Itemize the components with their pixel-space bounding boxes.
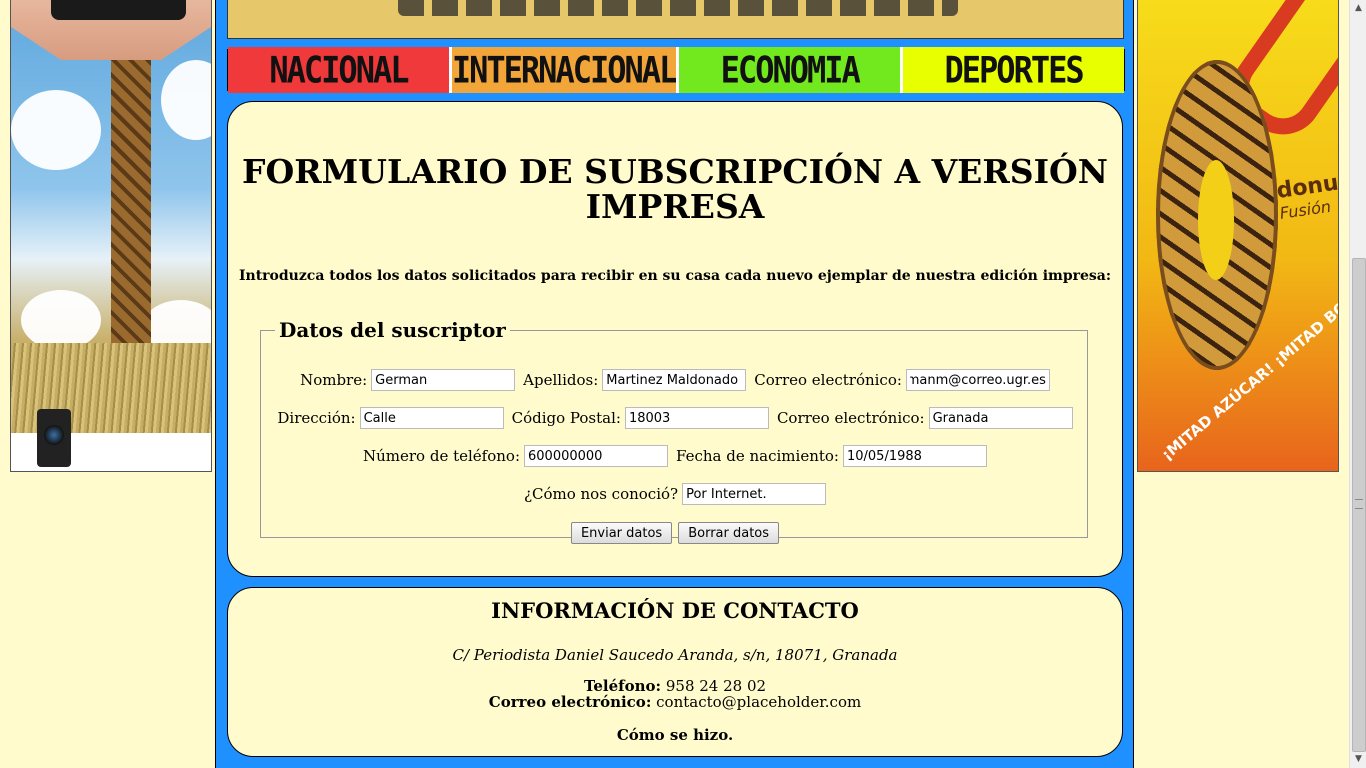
donut-image (1156, 60, 1278, 370)
contact-title: INFORMACIÓN DE CONTACTO (491, 598, 859, 623)
right-advertisement[interactable]: donuts Fusión ¡MITAD AZÚCAR! ¡MITAD BOMB… (1137, 0, 1339, 472)
nav-tab-nacional[interactable]: NACIONAL (228, 47, 449, 93)
nav-tab-economia[interactable]: ECONOMIA (676, 47, 901, 93)
nacimiento-label: Fecha de nacimiento: (676, 447, 839, 465)
how-it-was-made-link[interactable]: Cómo se hizo. (228, 726, 1122, 744)
nav-tab-internacional[interactable]: INTERNACIONAL (448, 47, 678, 93)
phone-image (51, 0, 186, 20)
subscriber-fieldset: Datos del suscriptor Nombre: Apellidos: … (260, 318, 1089, 544)
codigo-postal-label: Código Postal: (511, 409, 621, 427)
direccion-label: Dirección: (277, 409, 356, 427)
reset-button[interactable]: Borrar datos (678, 522, 780, 544)
contact-phone-line: Teléfono: 958 24 28 02 (228, 678, 1122, 694)
direccion-input[interactable] (359, 407, 504, 429)
nacimiento-input[interactable] (842, 445, 987, 467)
form-row-1: Nombre: Apellidos: Correo electrónico: (261, 369, 1089, 391)
contact-details: Teléfono: 958 24 28 02 Correo electrónic… (228, 678, 1122, 710)
como-label: ¿Cómo nos conoció? (523, 485, 679, 503)
form-row-3: Número de teléfono: Fecha de nacimiento: (261, 445, 1089, 467)
scroll-thumb[interactable] (1352, 258, 1366, 752)
email-label: Correo electrónico: (488, 693, 652, 711)
nav-tab-deportes[interactable]: DEPORTES (900, 47, 1124, 93)
form-intro: Introduzca todos los datos solicitados p… (238, 268, 1112, 284)
fieldset-legend: Datos del suscriptor (279, 318, 506, 342)
correo2-input[interactable] (928, 407, 1073, 429)
left-advertisement[interactable] (10, 0, 212, 472)
correo2-label: Correo electrónico: (776, 409, 925, 427)
email-value: contacto@placeholder.com (656, 693, 862, 711)
form-row-2: Dirección: Código Postal: Correo electró… (261, 407, 1089, 429)
page-title: FORMULARIO DE SUBSCRIPCIÓN A VERSIÓN IMP… (242, 152, 1108, 226)
logo-image (398, 0, 958, 16)
codigo-postal-input[interactable] (624, 407, 769, 429)
apellidos-label: Apellidos: (523, 371, 599, 389)
vertical-scrollbar[interactable]: ▲ ▼ (1349, 0, 1366, 768)
scroll-down-arrow-icon[interactable]: ▼ (1350, 751, 1366, 768)
scroll-up-arrow-icon[interactable]: ▲ (1350, 0, 1366, 17)
main-column: NACIONAL INTERNACIONAL ECONOMIA DEPORTES… (215, 0, 1134, 768)
como-input[interactable] (682, 483, 827, 505)
submit-button[interactable]: Enviar datos (570, 522, 673, 544)
ad-brand: donuts Fusión (1275, 167, 1338, 225)
contact-email-line: Correo electrónico: contacto@placeholder… (228, 694, 1122, 710)
correo-label: Correo electrónico: (754, 371, 902, 389)
main-navigation: NACIONAL INTERNACIONAL ECONOMIA DEPORTES (227, 47, 1125, 93)
contact-panel: INFORMACIÓN DE CONTACTO C/ Periodista Da… (227, 587, 1123, 757)
ad-cloud (21, 290, 101, 350)
subscription-panel: FORMULARIO DE SUBSCRIPCIÓN A VERSIÓN IMP… (227, 101, 1123, 577)
form-row-4: ¿Cómo nos conoció? (261, 483, 1089, 505)
header-banner[interactable] (227, 0, 1124, 39)
nombre-label: Nombre: (300, 371, 368, 389)
nombre-input[interactable] (371, 369, 516, 391)
form-buttons: Enviar datos Borrar datos (261, 522, 1089, 544)
camera-icon (37, 409, 71, 467)
telefono-input[interactable] (524, 445, 669, 467)
telefono-label: Número de teléfono: (363, 447, 521, 465)
ad-cloud (11, 90, 101, 170)
contact-address: C/ Periodista Daniel Saucedo Aranda, s/n… (452, 646, 898, 664)
scroll-grip-icon (1355, 499, 1363, 509)
ad-cloud (161, 60, 211, 140)
apellidos-input[interactable] (602, 369, 747, 391)
correo-input[interactable] (905, 369, 1050, 391)
